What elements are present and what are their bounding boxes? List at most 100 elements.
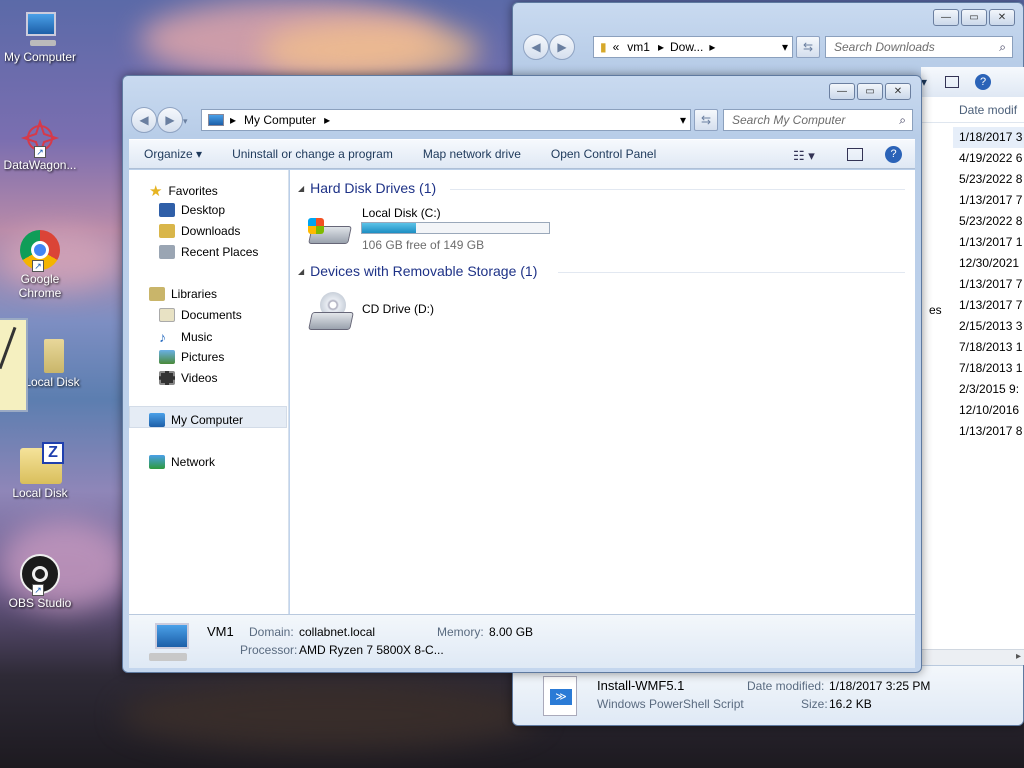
desktop-icon-local-disk-2[interactable]: Z Local Disk [0, 442, 80, 500]
close-button[interactable]: ✕ [885, 83, 911, 100]
refresh-button[interactable]: ⇆ [796, 36, 820, 58]
open-control-panel-button[interactable]: Open Control Panel [536, 147, 671, 161]
date-cell[interactable]: 1/13/2017 7 [953, 274, 1024, 295]
drive-c-item[interactable]: Local Disk (C:) 106 GB free of 149 GB [306, 206, 566, 252]
nav-item-desktop[interactable]: Desktop [159, 203, 225, 217]
preview-pane-icon[interactable] [847, 148, 863, 161]
horizontal-scrollbar[interactable]: ▸ [921, 649, 1024, 665]
datawagon-icon: ↗ [20, 118, 60, 158]
date-cell[interactable]: 2/3/2015 9: [953, 379, 1024, 400]
date-cell[interactable]: 12/30/2021 [953, 253, 1024, 274]
desktop-icon-obs-studio[interactable]: ↗ OBS Studio [0, 552, 80, 610]
help-icon[interactable]: ? [885, 146, 902, 163]
date-cell[interactable]: 1/18/2017 3 [953, 127, 1024, 148]
search-input[interactable]: Search Downloads ⌕ [825, 36, 1013, 58]
network-icon [149, 455, 165, 469]
preview-pane-icon[interactable] [945, 76, 960, 88]
uninstall-program-button[interactable]: Uninstall or change a program [217, 147, 408, 161]
maximize-button[interactable]: ▭ [961, 9, 987, 26]
drive-d-item[interactable]: CD Drive (D:) [306, 290, 506, 336]
nav-item-documents[interactable]: Documents [159, 308, 242, 322]
drive-c-name: Local Disk (C:) [362, 206, 441, 220]
date-cell[interactable]: 12/10/2016 [953, 400, 1024, 421]
obs-icon: ↗ [18, 552, 62, 596]
close-button[interactable]: ✕ [989, 9, 1015, 26]
desktop-icon-label: Google Chrome [18, 272, 62, 300]
view-options-icon[interactable]: ☷ ▾ [793, 148, 815, 164]
date-cell[interactable]: 1/13/2017 7 [953, 295, 1024, 316]
nav-item-videos[interactable]: Videos [159, 371, 217, 385]
my-computer-window[interactable]: — ▭ ✕ ◀ ▶ ▾ ▸ My Computer ▸ ▾ ⇆ Search M… [122, 75, 922, 673]
nav-item-libraries[interactable]: Libraries [149, 287, 217, 301]
back-button[interactable]: ◀ [523, 34, 549, 60]
nav-item-downloads[interactable]: Downloads [159, 224, 240, 238]
breadcrumb-overflow[interactable]: « [613, 40, 620, 54]
column-header-date-modified[interactable]: Date modif [921, 97, 1024, 123]
date-cell[interactable]: 2/15/2013 3 [953, 316, 1024, 337]
notepad-window-fragment [0, 318, 28, 412]
forward-button[interactable]: ▶ [157, 107, 183, 133]
group-divider [450, 189, 905, 190]
minimize-button[interactable]: — [829, 83, 855, 100]
breadcrumb-my-computer[interactable]: My Computer [244, 113, 316, 127]
cd-drive-icon [308, 292, 354, 334]
chevron-right-icon[interactable]: ▸ [1016, 651, 1021, 662]
refresh-button[interactable]: ⇆ [694, 109, 718, 131]
recent-pages-chevron-icon[interactable]: ▾ [183, 116, 188, 133]
command-bar: Organize ▾ Uninstall or change a program… [129, 139, 915, 169]
search-input[interactable]: Search My Computer ⌕ [723, 109, 913, 131]
collapse-triangle-icon: ◢ [298, 183, 305, 193]
nav-item-music[interactable]: ♪ Music [159, 329, 212, 345]
nav-buttons: ◀ ▶ [523, 34, 575, 60]
date-cell[interactable]: 4/19/2022 6 [953, 148, 1024, 169]
chevron-down-icon[interactable]: ▾ [680, 113, 686, 127]
date-cell[interactable]: 1/13/2017 7 [953, 190, 1024, 211]
nav-item-my-computer[interactable]: My Computer [149, 413, 243, 427]
nav-item-favorites[interactable]: ★ Favorites [149, 182, 218, 200]
date-cell[interactable]: 5/23/2022 8 [953, 211, 1024, 232]
search-placeholder: Search My Computer [732, 113, 846, 127]
date-cell[interactable]: 5/23/2022 8 [953, 169, 1024, 190]
group-header-hard-disk-drives[interactable]: ◢ Hard Disk Drives (1) [298, 180, 436, 196]
help-icon[interactable]: ? [975, 74, 992, 90]
maximize-button[interactable]: ▭ [857, 83, 883, 100]
date-cell[interactable]: 7/18/2013 1 [953, 358, 1024, 379]
group-header-removable-storage[interactable]: ◢ Devices with Removable Storage (1) [298, 263, 537, 279]
recent-places-icon [159, 245, 175, 259]
date-cell[interactable]: 1/13/2017 8 [953, 421, 1024, 442]
search-icon: ⌕ [899, 112, 906, 127]
star-icon: ★ [149, 183, 163, 200]
nav-item-network[interactable]: Network [149, 455, 215, 469]
drive-d-name: CD Drive (D:) [362, 302, 434, 316]
breadcrumb-item[interactable]: vm1 [627, 40, 650, 54]
organize-button[interactable]: Organize ▾ [129, 147, 217, 161]
date-cell[interactable]: 1/13/2017 1 [953, 232, 1024, 253]
forward-button[interactable]: ▶ [549, 34, 575, 60]
minimize-button[interactable]: — [933, 9, 959, 26]
group-divider [558, 272, 905, 273]
address-bar[interactable]: ▮ « vm1 ▸ Dow... ▸ ▾ [593, 36, 793, 58]
desktop-icon-label: Local Disk [12, 486, 68, 500]
back-button[interactable]: ◀ [131, 107, 157, 133]
desktop-icon-datawagon[interactable]: ↗ DataWagon... [0, 118, 80, 172]
breadcrumb-item[interactable]: Dow... [670, 40, 703, 54]
memory-label: Memory: [437, 625, 484, 639]
map-network-drive-button[interactable]: Map network drive [408, 147, 536, 161]
nav-item-pictures[interactable]: Pictures [159, 350, 224, 364]
chevron-down-icon[interactable]: ▾ [782, 40, 788, 54]
date-cell[interactable]: 7/18/2013 1 [953, 337, 1024, 358]
desktop-icon-label: DataWagon... [3, 158, 77, 172]
drive-c-usage-fill [362, 223, 417, 233]
search-placeholder: Search Downloads [834, 40, 935, 54]
desktop-icon-my-computer[interactable]: My Computer [0, 10, 80, 64]
file-name: Install-WMF5.1 [597, 678, 685, 693]
desktop-icon-google-chrome[interactable]: ↗ Google Chrome [0, 228, 80, 300]
date-modified-label: Date modified: [747, 679, 825, 693]
desktop-icon [159, 203, 175, 217]
pictures-icon [159, 350, 175, 364]
nav-buttons: ◀ ▶ ▾ [131, 107, 188, 133]
address-bar[interactable]: ▸ My Computer ▸ ▾ [201, 109, 691, 131]
desktop-icon-label: OBS Studio [8, 596, 72, 610]
nav-item-recent-places[interactable]: Recent Places [159, 245, 258, 259]
domain-value: collabnet.local [299, 625, 376, 639]
